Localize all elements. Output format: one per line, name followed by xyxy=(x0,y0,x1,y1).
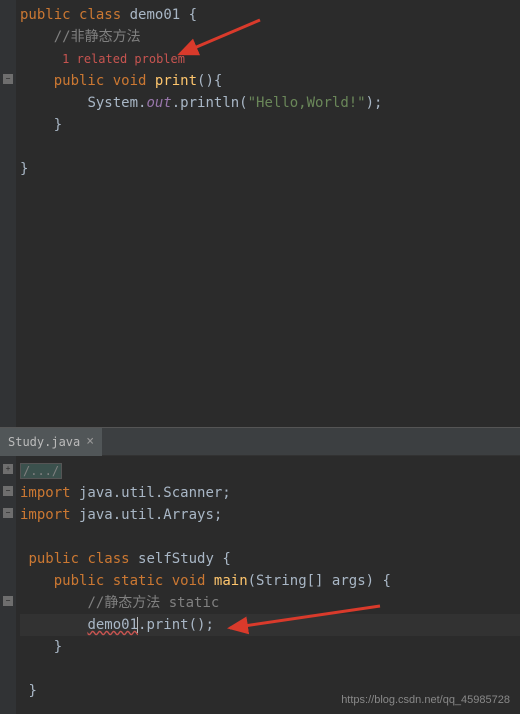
tab-bar: Study.java × xyxy=(0,428,520,456)
code-line: System.out.println("Hello,World!"); xyxy=(20,92,520,114)
code-line xyxy=(20,526,520,548)
code-line: } xyxy=(20,114,520,136)
code-line: import java.util.Scanner; xyxy=(20,482,520,504)
code-line: //非静态方法 xyxy=(20,26,520,48)
code-line: //静态方法 static xyxy=(20,592,520,614)
watermark: https://blog.csdn.net/qq_45985728 xyxy=(341,694,510,706)
code-line-current: demo01.print(); xyxy=(20,614,520,636)
code-line xyxy=(20,658,520,680)
top-editor-pane: − public class demo01 { //非静态方法 1 relate… xyxy=(0,0,520,428)
code-line: public static void main(String[] args) { xyxy=(20,570,520,592)
folded-region[interactable]: /.../ xyxy=(20,460,520,482)
problem-hint[interactable]: 1 related problem xyxy=(20,48,520,70)
code-line: public class demo01 { xyxy=(20,4,520,26)
code-line: public class selfStudy { xyxy=(20,548,520,570)
code-area-bottom[interactable]: /.../ import java.util.Scanner; import j… xyxy=(0,456,520,706)
code-line: } xyxy=(20,158,520,180)
code-line: public void print(){ xyxy=(20,70,520,92)
code-area-top[interactable]: public class demo01 { //非静态方法 1 related … xyxy=(0,0,520,184)
tab-label: Study.java xyxy=(8,435,80,449)
code-line xyxy=(20,136,520,158)
code-line: import java.util.Arrays; xyxy=(20,504,520,526)
code-line: } xyxy=(20,636,520,658)
bottom-editor-pane: Study.java × + − − − /.../ import java.u… xyxy=(0,428,520,714)
close-icon[interactable]: × xyxy=(86,434,94,449)
file-tab[interactable]: Study.java × xyxy=(0,428,102,456)
